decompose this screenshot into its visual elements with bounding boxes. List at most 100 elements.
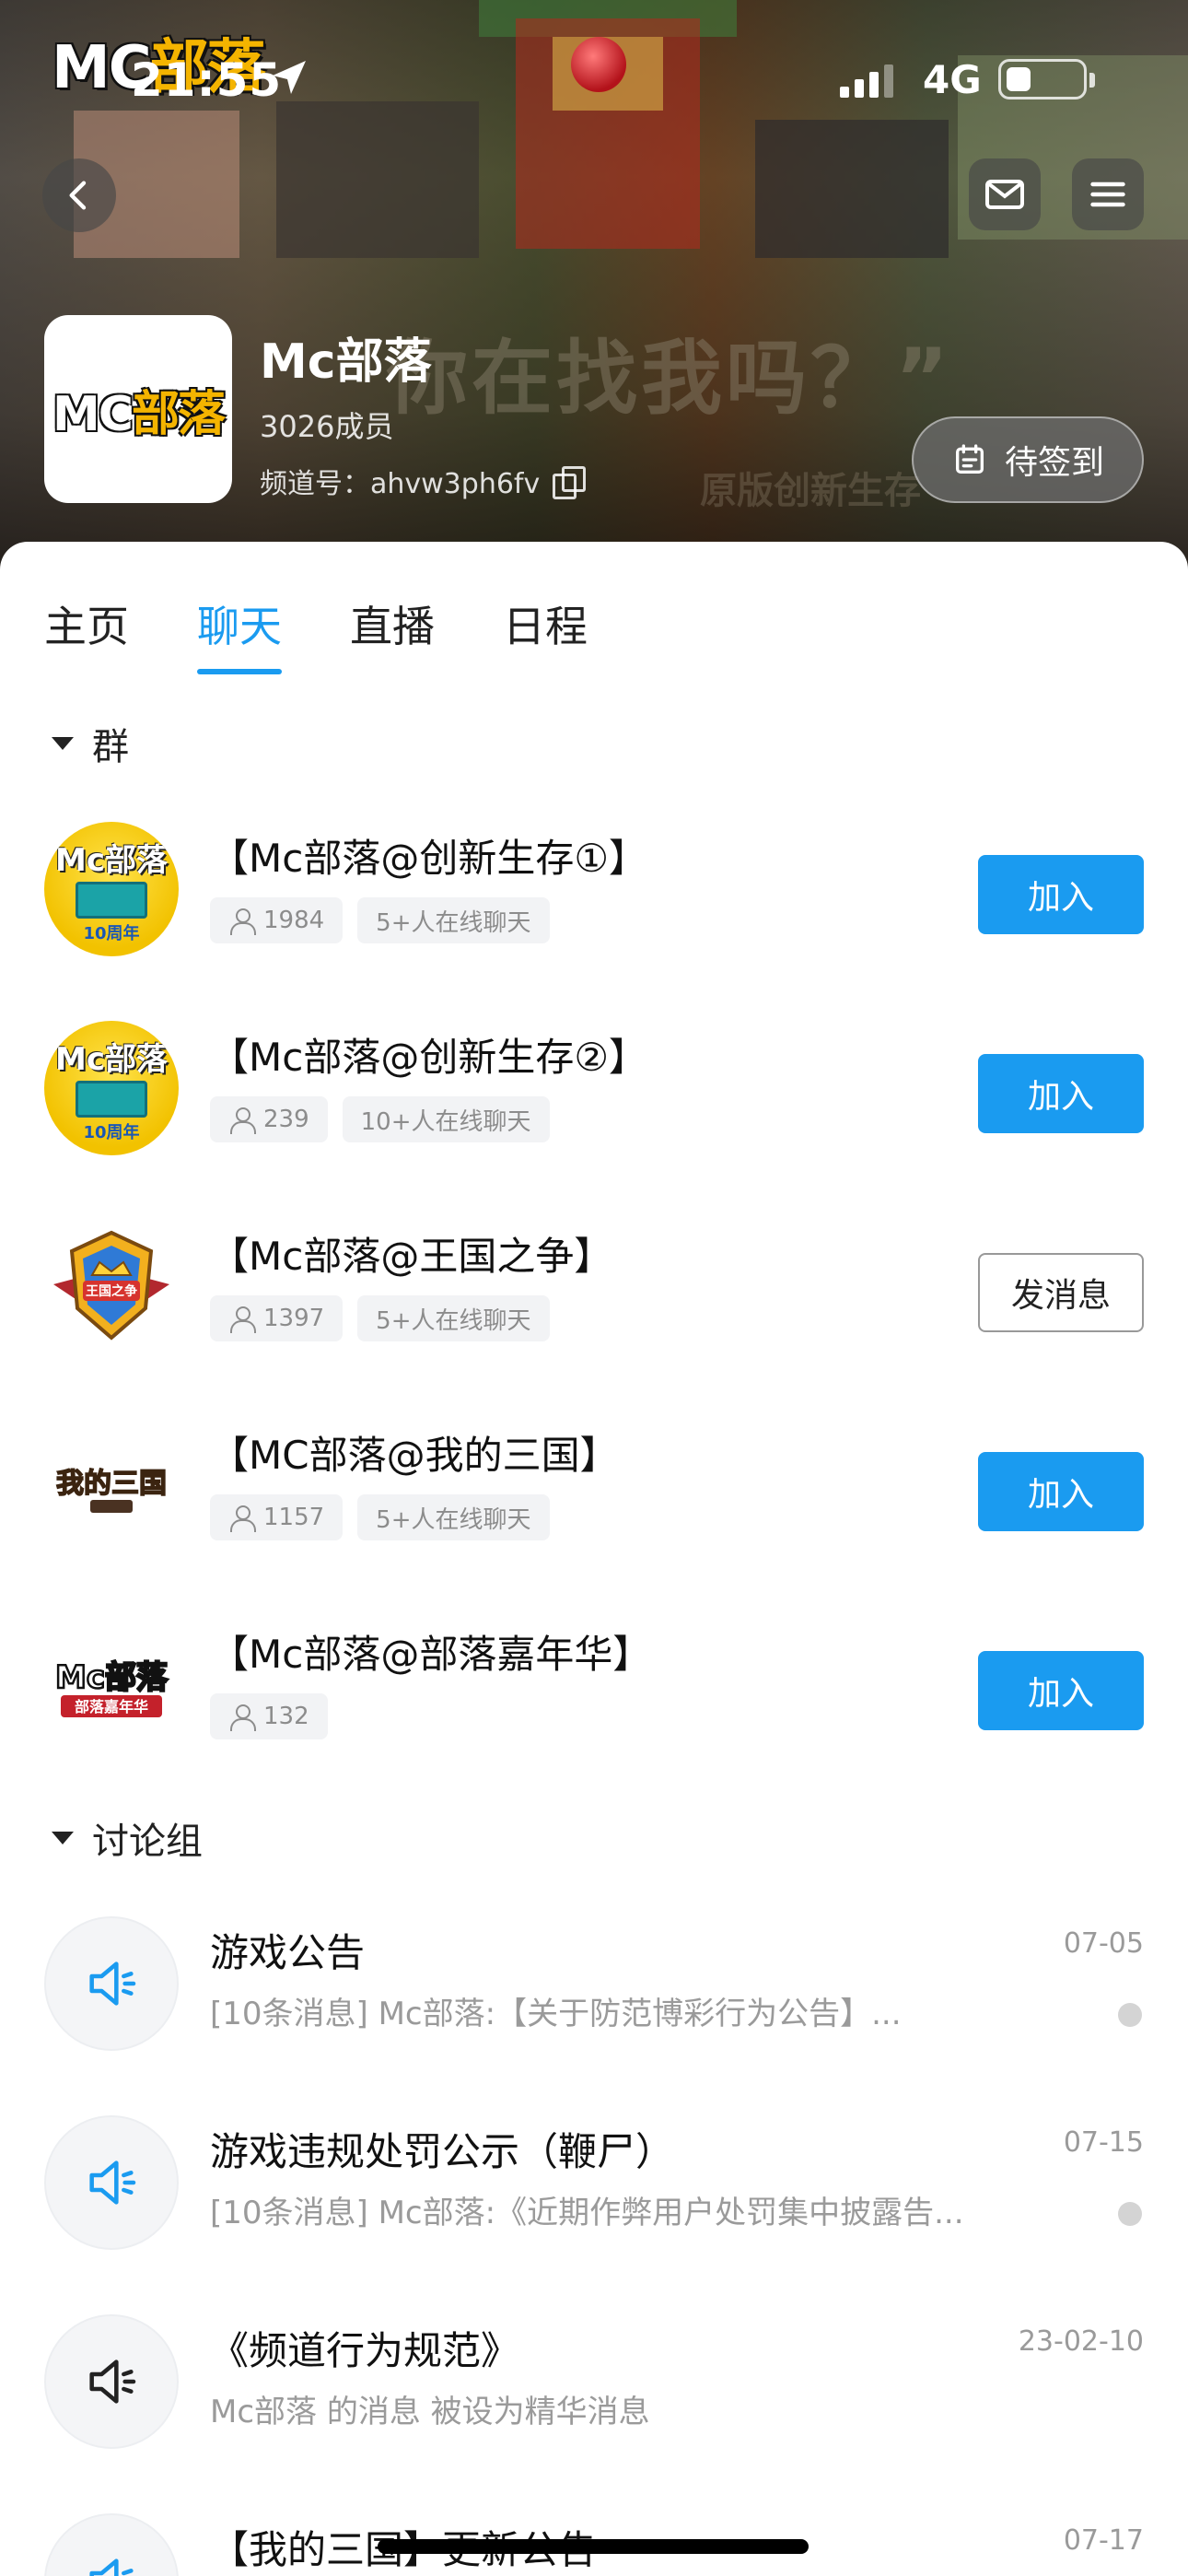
discussion-date: 07-15 xyxy=(1063,2126,1144,2159)
discussion-title: 游戏公告 xyxy=(210,1930,366,1975)
group-row[interactable]: 王国之争 【Mc部落@王国之争】 1397 5+人在线聊天 发消息 xyxy=(0,1188,1188,1388)
location-arrow-icon xyxy=(273,61,306,94)
group-title: 【MC部落@我的三国】 xyxy=(210,1433,619,1478)
groups-section-toggle[interactable]: 群 xyxy=(52,717,129,770)
tab-home[interactable]: 主页 xyxy=(44,593,129,674)
discussion-row[interactable]: 《频道行为规范》 Mc部落 的消息 被设为精华消息 23-02-10 xyxy=(0,2283,1188,2482)
discussion-row[interactable]: 【我的三国】更新公告 07-17 xyxy=(0,2482,1188,2576)
caret-down-icon xyxy=(52,737,74,750)
user-icon xyxy=(228,1505,256,1532)
discussion-preview: [10条消息] Mc部落:《近期作弊用户处罚集中披露告... xyxy=(210,2195,964,2231)
member-count-badge: 239 xyxy=(210,1096,328,1142)
game-logo-icon: 我的三国 xyxy=(55,1467,168,1513)
discussion-title: 《频道行为规范》 xyxy=(210,2328,520,2373)
network-type: 4G xyxy=(923,57,982,102)
shield-crown-icon: 王国之争 xyxy=(53,1230,169,1341)
calendar-icon xyxy=(955,444,984,474)
group-avatar: Mc部落 10周年 xyxy=(44,1021,179,1155)
online-badge: 5+人在线聊天 xyxy=(357,1494,550,1540)
group-title: 【Mc部落@王国之争】 xyxy=(210,1234,613,1279)
group-title: 【Mc部落@创新生存②】 xyxy=(210,1035,647,1080)
group-row[interactable]: Mc部落 10周年 【Mc部落@创新生存②】 239 10+人在线聊天 加入 xyxy=(0,989,1188,1188)
channel-id[interactable]: 频道号：ahvw3ph6fv xyxy=(260,461,587,501)
svg-text:Mc部落: Mc部落 xyxy=(55,1659,169,1696)
banner-slogan: 你在找我吗？” xyxy=(387,331,952,426)
discussion-date: 07-05 xyxy=(1063,1927,1144,1960)
online-badge: 5+人在线聊天 xyxy=(357,1295,550,1341)
discussion-avatar xyxy=(44,2513,179,2576)
join-button[interactable]: 加入 xyxy=(978,1651,1144,1730)
user-icon xyxy=(228,1306,256,1333)
cellular-signal-icon xyxy=(840,64,893,98)
discussion-avatar xyxy=(44,2314,179,2449)
discussion-avatar xyxy=(44,1916,179,2051)
muted-unread-dot xyxy=(1118,2202,1142,2226)
svg-text:我的三国: 我的三国 xyxy=(56,1468,167,1500)
banner-subtext: 原版创新生存 xyxy=(700,470,921,512)
discussions-section-toggle[interactable]: 讨论组 xyxy=(52,1811,203,1865)
channel-name: Mc部落 xyxy=(260,334,432,390)
discussion-preview: [10条消息] Mc部落:【关于防范博彩行为公告】... xyxy=(210,1996,902,2032)
group-title: 【Mc部落@部落嘉年华】 xyxy=(210,1632,652,1677)
discussion-avatar xyxy=(44,2115,179,2250)
mail-button[interactable] xyxy=(969,158,1041,230)
online-badge: 10+人在线聊天 xyxy=(342,1096,550,1142)
sign-in-button[interactable]: 待签到 xyxy=(912,416,1144,503)
channel-tabs: 主页 聊天 直播 日程 xyxy=(44,593,588,674)
tab-schedule[interactable]: 日程 xyxy=(503,593,588,674)
copy-icon[interactable] xyxy=(553,466,587,499)
group-row[interactable]: Mc部落 10周年 【Mc部落@创新生存①】 1984 5+人在线聊天 加入 xyxy=(0,790,1188,989)
caret-down-icon xyxy=(52,1832,74,1844)
discussion-date: 07-17 xyxy=(1063,2524,1144,2557)
hamburger-menu-icon xyxy=(1090,181,1125,207)
group-avatar: 王国之争 xyxy=(44,1220,179,1354)
discussion-title: 游戏违规处罚公示（鞭尸） xyxy=(210,2129,675,2174)
discussion-row[interactable]: 游戏违规处罚公示（鞭尸） [10条消息] Mc部落:《近期作弊用户处罚集中披露告… xyxy=(0,2084,1188,2283)
channel-avatar-logo: MC部落 xyxy=(52,386,226,442)
group-avatar: 我的三国 xyxy=(44,1419,179,1553)
discussion-date: 23-02-10 xyxy=(1018,2325,1144,2358)
mail-icon xyxy=(985,180,1024,209)
member-count-badge: 132 xyxy=(210,1693,328,1739)
member-count-badge: 1157 xyxy=(210,1494,344,1540)
chevron-left-icon xyxy=(69,181,87,210)
channel-content-sheet: 主页 聊天 直播 日程 群 Mc部落 10周年 【Mc部落@创新生存①】 1984… xyxy=(0,542,1188,2576)
home-indicator[interactable] xyxy=(378,2539,809,2554)
status-bar: 21:55 4G xyxy=(0,0,1188,138)
group-avatar: Mc部落 10周年 xyxy=(44,822,179,956)
tab-live[interactable]: 直播 xyxy=(350,593,435,674)
channel-avatar[interactable]: MC部落 xyxy=(44,315,232,503)
user-icon xyxy=(228,907,256,935)
svg-text:王国之争: 王国之争 xyxy=(86,1283,137,1299)
member-count-badge: 1984 xyxy=(210,897,344,943)
battery-icon xyxy=(998,59,1095,100)
discussion-row[interactable]: 游戏公告 [10条消息] Mc部落:【关于防范博彩行为公告】... 07-05 xyxy=(0,1885,1188,2084)
group-avatar: Mc部落 部落嘉年华 xyxy=(44,1618,179,1752)
status-time: 21:55 xyxy=(131,53,283,107)
discussion-preview: Mc部落 的消息 被设为精华消息 xyxy=(210,2394,650,2430)
speaker-icon xyxy=(89,2359,136,2404)
discussions-section-title: 讨论组 xyxy=(92,1821,203,1863)
online-badge: 5+人在线聊天 xyxy=(357,897,550,943)
back-button[interactable] xyxy=(42,158,116,232)
speaker-icon xyxy=(89,2160,136,2205)
group-row[interactable]: Mc部落 部落嘉年华 【Mc部落@部落嘉年华】 132 加入 xyxy=(0,1587,1188,1786)
speaker-icon xyxy=(89,1961,136,2006)
menu-button[interactable] xyxy=(1072,158,1144,230)
user-icon xyxy=(228,1704,256,1731)
group-title: 【Mc部落@创新生存①】 xyxy=(210,836,647,881)
member-count-badge: 1397 xyxy=(210,1295,344,1341)
join-button[interactable]: 加入 xyxy=(978,1054,1144,1133)
send-message-button[interactable]: 发消息 xyxy=(978,1253,1144,1332)
muted-unread-dot xyxy=(1118,2003,1142,2027)
speaker-icon xyxy=(89,2558,134,2576)
group-row[interactable]: 我的三国 【MC部落@我的三国】 1157 5+人在线聊天 加入 xyxy=(0,1388,1188,1587)
carnival-logo-icon: Mc部落 部落嘉年华 xyxy=(54,1658,169,1717)
tab-chat[interactable]: 聊天 xyxy=(197,593,282,674)
groups-section-title: 群 xyxy=(92,726,129,768)
user-icon xyxy=(228,1107,256,1134)
join-button[interactable]: 加入 xyxy=(978,1452,1144,1531)
join-button[interactable]: 加入 xyxy=(978,855,1144,934)
channel-member-count[interactable]: 3026成员 xyxy=(260,404,393,446)
svg-text:部落嘉年华: 部落嘉年华 xyxy=(75,1698,148,1715)
